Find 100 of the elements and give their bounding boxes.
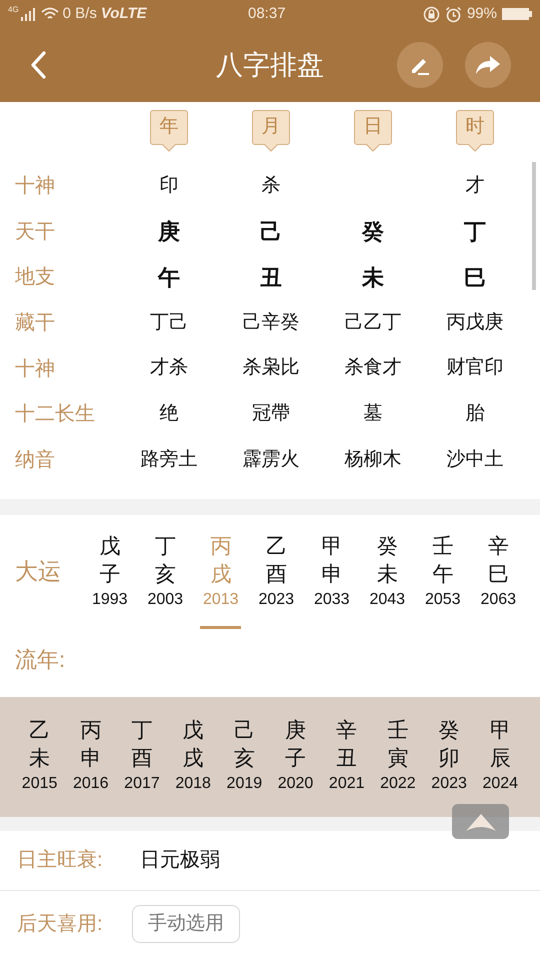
liunian-item[interactable]: 戊 戌 2018 <box>168 716 219 793</box>
dayun-year: 2013 <box>202 590 239 610</box>
stem-char: 甲 <box>321 534 342 560</box>
wifi-icon <box>40 7 59 21</box>
branch-char: 寅 <box>387 746 408 772</box>
battery-icon <box>502 7 532 21</box>
dayun-label: 大运 <box>14 556 62 586</box>
dayun-item[interactable]: 辛 巳 2063 <box>470 532 526 629</box>
battery-percent: 99% <box>466 4 497 24</box>
chart-cell: 丑 <box>260 264 282 290</box>
row-label: 十神 <box>14 174 56 199</box>
chart-cell: 杀食才 <box>344 357 402 378</box>
manual-select-button[interactable]: 手动选用 <box>132 904 240 943</box>
chart-cell: 己辛癸 <box>242 312 300 333</box>
chart-cell: 庚 <box>158 219 180 244</box>
chart-cell: 午 <box>158 264 180 290</box>
chart-cell: 丁己 <box>150 312 188 333</box>
stem-char: 庚 <box>285 718 306 744</box>
page-title: 八字排盘 <box>216 48 324 82</box>
pillar-tag: 年 <box>150 110 188 145</box>
rotation-lock-icon <box>422 6 440 22</box>
edit-button[interactable] <box>397 42 443 88</box>
row-label: 天干 <box>14 220 56 245</box>
liunian-item[interactable]: 丁 酉 2017 <box>116 716 168 793</box>
pillar-tag: 月 <box>252 110 290 145</box>
row-label: 地支 <box>14 265 56 290</box>
chart-cell: 己 <box>260 219 282 244</box>
dayun-item[interactable]: 戊 子 1993 <box>82 532 138 629</box>
chart-cell: 丙戊庚 <box>446 312 504 333</box>
share-arrow-icon <box>475 54 501 76</box>
liunian-label: 流年: <box>14 646 66 674</box>
liunian-item[interactable]: 己 亥 2019 <box>218 716 270 793</box>
clock-time: 08:37 <box>248 4 286 24</box>
branch-char: 未 <box>29 746 50 772</box>
dayun-year: 2063 <box>480 590 516 610</box>
chart-cell: 墓 <box>364 403 382 424</box>
stem-char: 丙 <box>210 534 232 560</box>
network-speed: 0 B/s <box>62 4 97 24</box>
scroll-top-button[interactable] <box>452 804 509 839</box>
chart-cell: 财官印 <box>446 357 504 378</box>
chart-cell: 杀枭比 <box>242 357 300 378</box>
dayun-item[interactable]: 癸 未 2043 <box>360 532 415 629</box>
liunian-year: 2020 <box>278 774 314 794</box>
liunian-item[interactable]: 癸 卯 2023 <box>424 716 475 793</box>
branch-char: 亥 <box>234 746 255 772</box>
branch-char: 酉 <box>266 562 287 588</box>
back-icon <box>29 50 47 80</box>
liunian-item[interactable]: 丙 申 2016 <box>65 716 116 793</box>
liunian-year: 2024 <box>482 774 518 794</box>
liunian-item[interactable]: 辛 丑 2021 <box>321 716 372 793</box>
chart-cell: 霹雳火 <box>242 448 300 470</box>
pillar-tag: 日 <box>354 110 392 145</box>
dayun-item[interactable]: 壬 午 2053 <box>415 532 470 629</box>
branch-char: 辰 <box>490 746 511 772</box>
network-type: 4G <box>8 6 19 14</box>
dayun-item[interactable]: 乙 酉 2023 <box>248 532 304 629</box>
liunian-item[interactable]: 乙 未 2015 <box>14 716 66 793</box>
liunian-year: 2017 <box>124 774 160 794</box>
dayun-year: 2023 <box>258 590 294 610</box>
dayun-year: 2043 <box>369 590 406 610</box>
row-label: 十二长生 <box>14 402 96 428</box>
pillar-tag: 时 <box>456 110 494 145</box>
favorable-label: 后天喜用: <box>16 912 104 937</box>
branch-char: 申 <box>80 746 102 772</box>
branch-char: 亥 <box>154 562 176 588</box>
chart-cell: 杀 <box>262 174 280 196</box>
dayun-item[interactable]: 丁 亥 2003 <box>138 532 193 629</box>
liunian-year: 2019 <box>226 774 262 794</box>
chart-cell: 印 <box>160 174 178 196</box>
branch-char: 未 <box>376 562 398 588</box>
liunian-item[interactable]: 壬 寅 2022 <box>372 716 424 793</box>
chart-cell: 杨柳木 <box>344 448 402 470</box>
chart-cell: 沙中土 <box>446 448 504 470</box>
liunian-item[interactable]: 甲 辰 2024 <box>474 716 526 793</box>
row-label: 纳音 <box>14 448 56 473</box>
dayun-year: 2053 <box>424 590 461 610</box>
share-button[interactable] <box>465 42 511 88</box>
stem-char: 戊 <box>99 534 120 560</box>
stem-char: 丙 <box>80 718 102 744</box>
dayun-year: 2003 <box>147 590 184 610</box>
chart-cell: 路旁土 <box>140 448 198 470</box>
strength-value: 日元极弱 <box>140 848 220 874</box>
liunian-year: 2016 <box>72 774 109 794</box>
dayun-year: 2033 <box>314 590 350 610</box>
chart-cell: 未 <box>362 264 384 290</box>
liunian-item[interactable]: 庚 子 2020 <box>270 716 322 793</box>
stem-char: 戊 <box>182 718 204 744</box>
stem-char: 丁 <box>131 718 152 744</box>
tag-pointer-icon <box>366 144 380 152</box>
signal-icon <box>18 6 37 22</box>
stem-char: 乙 <box>266 534 287 560</box>
branch-char: 巳 <box>488 562 509 588</box>
dayun-item[interactable]: 甲 申 2033 <box>304 532 360 629</box>
chart-cell: 冠帶 <box>252 403 290 424</box>
chart-cell: 胎 <box>466 403 484 424</box>
chart-cell: 己乙丁 <box>344 312 402 333</box>
row-label: 十神 <box>14 356 56 382</box>
branch-char: 丑 <box>336 746 358 772</box>
stem-char: 甲 <box>490 718 511 744</box>
branch-char: 戌 <box>210 562 232 588</box>
